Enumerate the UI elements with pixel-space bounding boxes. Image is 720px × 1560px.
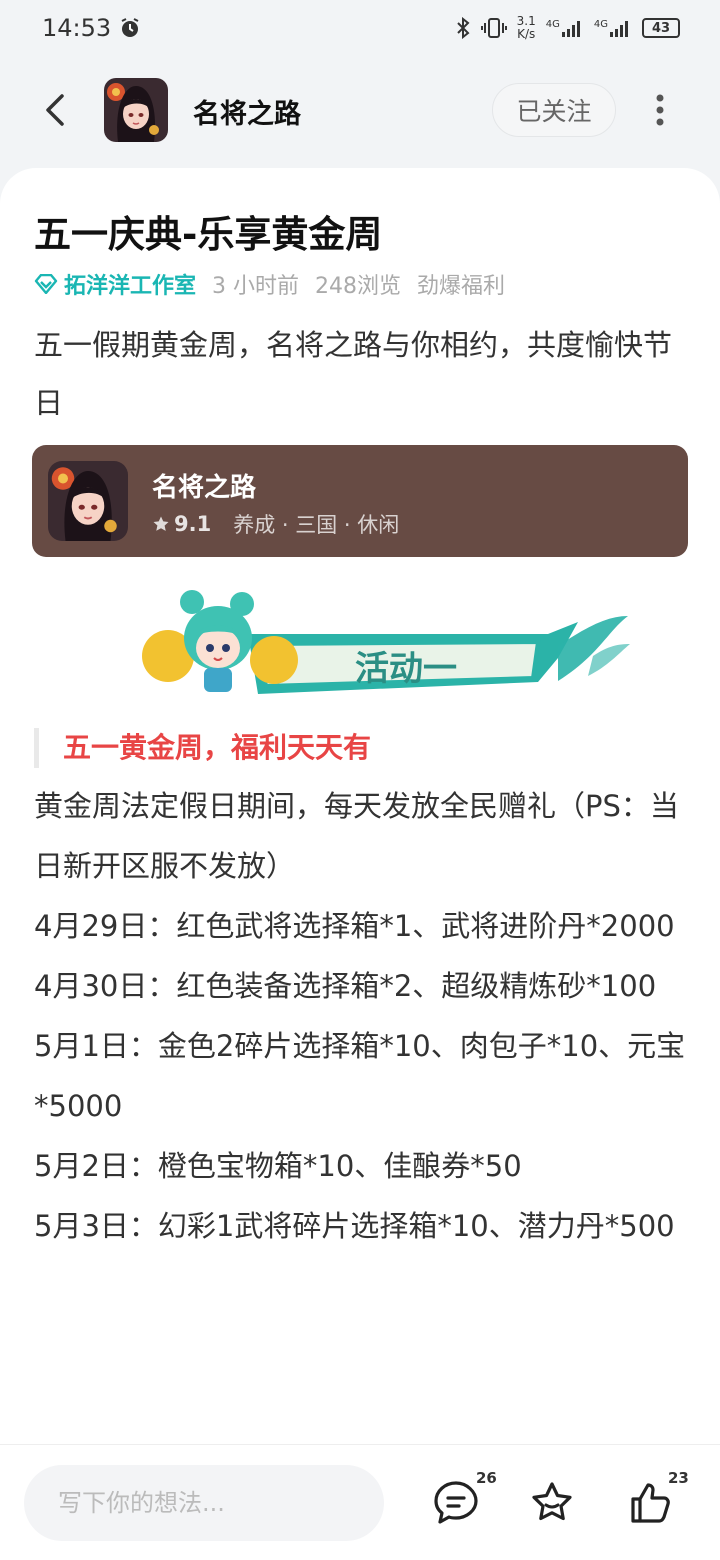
bluetooth-icon [456, 17, 470, 39]
body-paragraph: 5月3日：幻彩1武将碎片选择箱*10、潜力丹*500 [34, 1209, 675, 1243]
back-arrow-icon[interactable] [38, 90, 74, 130]
status-time: 14:53 [42, 14, 112, 42]
section-body: 黄金周法定假日期间，每天发放全民赠礼（PS：当日新开区服不发放） 4月29日：红… [34, 776, 694, 1256]
body-paragraph: 4月29日：红色武将选择箱*1、武将进阶丹*2000 [34, 909, 675, 943]
game-card-name: 名将之路 [152, 473, 257, 503]
signal-2: 4G [594, 19, 632, 37]
comment-icon[interactable] [432, 1479, 480, 1527]
post-title: 五一庆典-乐享黄金周 [34, 213, 383, 256]
activity-banner: 活动一 [142, 590, 630, 694]
star-icon [153, 516, 169, 531]
post-time: 3 小时前 [212, 274, 300, 299]
game-rating: 9.1 [152, 512, 211, 536]
game-card[interactable]: 名将之路 9.1 养成 · 三国 · 休闲 [32, 445, 688, 557]
body-paragraph: 5月1日：金色2碎片选择箱*10、肉包子*10、元宝*5000 [34, 1029, 686, 1123]
battery-icon: 43 [642, 18, 680, 38]
bottom-action-bar: 写下你的想法... 26 23 [0, 1444, 720, 1560]
view-count: 248浏览 [315, 274, 402, 299]
game-card-avatar [48, 461, 128, 541]
body-paragraph: 5月2日：橙色宝物箱*10、佳酿券*50 [34, 1149, 522, 1183]
signal-1: 4G [546, 19, 584, 37]
signal-icon [561, 21, 580, 37]
author-name: 拓洋洋工作室 [64, 274, 197, 299]
section-title: 五一黄金周，福利天天有 [34, 728, 371, 768]
header: 名将之路 已关注 [0, 70, 720, 150]
body-paragraph: 黄金周法定假日期间，每天发放全民赠礼（PS：当日新开区服不发放） [34, 789, 679, 883]
signal-icon [610, 21, 628, 37]
game-character-image [48, 461, 128, 541]
favorite-star-icon[interactable] [528, 1479, 576, 1527]
post-intro: 五一假期黄金周，名将之路与你相约，共度愉快节日 [34, 328, 673, 420]
comment-count: 26 [476, 1469, 497, 1487]
alarm-icon [121, 18, 139, 37]
game-genres: 养成 · 三国 · 休闲 [233, 513, 400, 537]
like-thumb-icon[interactable] [626, 1479, 674, 1527]
vibrate-icon [480, 18, 507, 38]
comment-input[interactable]: 写下你的想法... [24, 1465, 384, 1541]
follow-button[interactable]: 已关注 [492, 83, 616, 137]
like-count: 23 [668, 1469, 689, 1487]
game-card-meta: 9.1 养成 · 三国 · 休闲 [152, 509, 399, 539]
diamond-icon [34, 274, 58, 294]
game-avatar[interactable] [104, 78, 168, 142]
status-bar: 14:53 3.1 K/s 4G 4G 43 [0, 0, 720, 56]
author-link[interactable]: 拓洋洋工作室 [34, 268, 196, 300]
game-character-image [104, 78, 168, 142]
banner-text: 活动一 [355, 649, 457, 689]
body-paragraph: 4月30日：红色装备选择箱*2、超级精炼砂*100 [34, 969, 657, 1003]
net-speed: 3.1 K/s [516, 14, 536, 41]
post-tag[interactable]: 劲爆福利 [417, 268, 505, 300]
post-meta: 拓洋洋工作室 3 小时前 248浏览 劲爆福利 [34, 268, 505, 300]
post-card: 五一庆典-乐享黄金周 拓洋洋工作室 3 小时前 248浏览 劲爆福利 五一假期黄… [0, 168, 720, 1448]
header-title: 名将之路 [193, 99, 301, 130]
more-options-icon[interactable] [648, 92, 672, 128]
